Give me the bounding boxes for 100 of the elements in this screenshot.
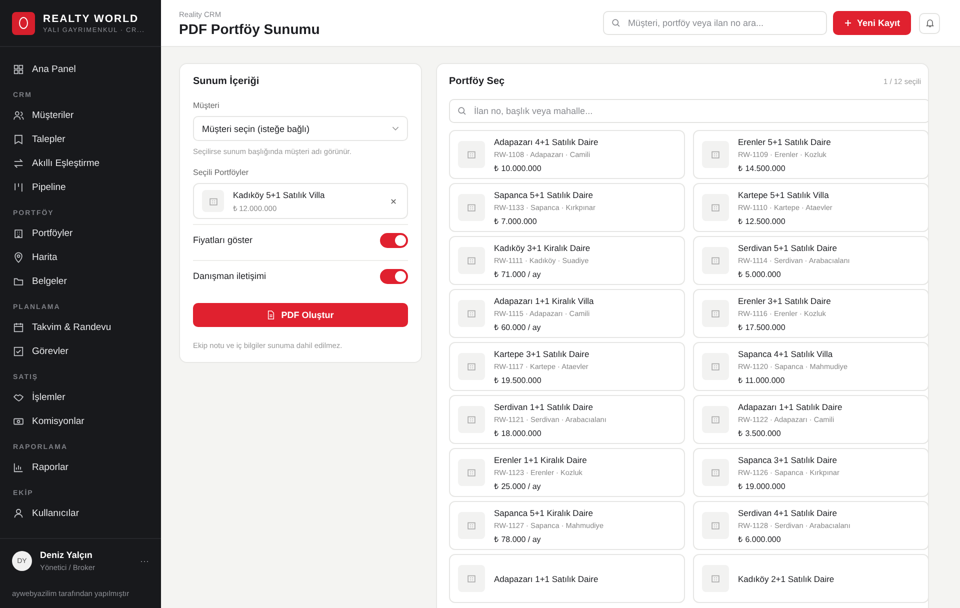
building-icon bbox=[458, 459, 485, 486]
portfolio-price: ₺ 11.000.000 bbox=[738, 374, 786, 384]
portfolio-title: Sapanca 5+1 Kiralık Daire bbox=[494, 508, 594, 518]
portfolio-price: ₺ 17.500.000 bbox=[738, 322, 786, 332]
user-icon bbox=[13, 508, 24, 518]
portfolio-price: ₺ 19.000.000 bbox=[738, 480, 786, 490]
map-pin-icon bbox=[13, 252, 24, 262]
notifications-button[interactable] bbox=[919, 12, 940, 34]
user-name: Deniz Yalçın bbox=[40, 550, 94, 560]
portfolio-price: ₺ 6.000.000 bbox=[738, 534, 782, 544]
building-icon bbox=[13, 228, 24, 238]
search-field[interactable]: Müşteri, portföy veya ilan no ara... bbox=[602, 11, 827, 35]
folder-icon bbox=[13, 276, 24, 286]
building-icon bbox=[202, 190, 224, 212]
portfolio-item[interactable]: Adapazarı 1+1 Satılık Daire bbox=[449, 554, 685, 603]
portfolio-title: Erenler 1+1 Kiralık Daire bbox=[494, 454, 588, 464]
building-icon bbox=[702, 194, 729, 221]
handshake-icon bbox=[13, 392, 24, 402]
bell-icon bbox=[924, 18, 934, 28]
bar-chart-icon bbox=[13, 462, 24, 472]
nav-item[interactable]: Belgeler bbox=[0, 269, 161, 293]
portfolio-price: ₺ 25.000 / ay bbox=[494, 480, 542, 490]
portfolio-title: Serdivan 5+1 Satılık Daire bbox=[738, 242, 838, 252]
portfolio-title: Kartepe 5+1 Satılık Villa bbox=[738, 190, 830, 200]
field-label: Müşteri bbox=[193, 101, 220, 110]
toggle-label: Fiyatları göster bbox=[193, 235, 253, 245]
card-title: Portföy Seç bbox=[449, 76, 505, 87]
building-icon bbox=[458, 141, 485, 168]
nav-item[interactable]: Harita bbox=[0, 245, 161, 269]
nav-item[interactable]: Akıllı Eşleştirme bbox=[0, 151, 161, 175]
nav-item[interactable]: Pipeline bbox=[0, 175, 161, 199]
building-icon bbox=[458, 247, 485, 274]
nav-item[interactable]: Portföyler bbox=[0, 221, 161, 245]
customer-select[interactable]: Müşteri seçin (isteğe bağlı) bbox=[193, 116, 408, 141]
nav-item[interactable]: Talepler bbox=[0, 127, 161, 151]
nav-item[interactable]: Ana Panel bbox=[0, 57, 161, 81]
nav-item[interactable]: Görevler bbox=[0, 339, 161, 363]
more-button[interactable]: ··· bbox=[140, 556, 149, 566]
building-icon bbox=[458, 565, 485, 592]
building-icon bbox=[702, 406, 729, 433]
building-icon bbox=[702, 565, 729, 592]
card-title: Sunum İçeriği bbox=[193, 76, 260, 87]
portfolio-price: ₺ 18.000.000 bbox=[494, 428, 542, 438]
logo-icon bbox=[12, 12, 35, 34]
search-icon bbox=[610, 18, 621, 28]
toggle-label: Danışman iletişimi bbox=[193, 271, 266, 281]
portfolio-title: Kadıköy 5+1 Satılık Villa bbox=[233, 190, 326, 200]
grid-icon bbox=[13, 64, 24, 74]
field-label: Seçili Portföyler bbox=[193, 168, 250, 177]
search-icon bbox=[457, 106, 467, 116]
building-icon bbox=[458, 353, 485, 380]
portfolio-price: ₺ 12.500.000 bbox=[738, 216, 786, 226]
portfolio-title: Kadıköy 2+1 Satılık Daire bbox=[738, 574, 836, 584]
toggle-switch[interactable] bbox=[380, 268, 408, 284]
portfolio-title: Adapazarı 1+1 Satılık Daire bbox=[738, 402, 844, 412]
building-icon bbox=[702, 459, 729, 486]
portfolio-price: ₺ 60.000 / ay bbox=[494, 322, 542, 332]
building-icon bbox=[702, 141, 729, 168]
toggle-switch[interactable] bbox=[380, 232, 408, 248]
calendar-icon bbox=[13, 322, 24, 332]
portfolio-title: Serdivan 1+1 Satılık Daire bbox=[494, 402, 594, 412]
users-icon bbox=[13, 110, 24, 120]
nav-item[interactable]: Komisyonlar bbox=[0, 409, 161, 433]
portfolio-price: ₺ 78.000 / ay bbox=[494, 534, 542, 544]
new-record-button[interactable]: Yeni Kayıt bbox=[832, 11, 911, 35]
chevron-down-icon bbox=[392, 126, 399, 131]
swap-arrows-icon bbox=[13, 158, 24, 168]
banknote-icon bbox=[13, 416, 24, 426]
portfolio-title: Serdivan 4+1 Satılık Daire bbox=[738, 508, 838, 518]
nav-item[interactable]: Kullanıcılar bbox=[0, 501, 161, 525]
building-icon bbox=[702, 353, 729, 380]
portfolio-title: Erenler 3+1 Satılık Daire bbox=[738, 296, 832, 306]
portfolio-title: Adapazarı 4+1 Satılık Daire bbox=[494, 136, 600, 146]
page-title: PDF Portföy Sunumu bbox=[179, 20, 321, 36]
search-field[interactable]: İlan no, başlık veya mahalle... bbox=[449, 99, 928, 123]
portfolio-title: Adapazarı 1+1 Kiralık Villa bbox=[494, 296, 595, 306]
building-icon bbox=[702, 512, 729, 539]
checkbox-icon bbox=[13, 346, 24, 356]
close-icon bbox=[390, 198, 397, 204]
nav-item[interactable]: Müşteriler bbox=[0, 103, 161, 127]
building-icon bbox=[702, 247, 729, 274]
portfolio-title: Sapanca 5+1 Satılık Daire bbox=[494, 190, 594, 200]
portfolio-title: Sapanca 3+1 Satılık Daire bbox=[738, 454, 838, 464]
nav-item[interactable]: Raporlar bbox=[0, 455, 161, 479]
brand-name: REALTY WORLD bbox=[43, 12, 140, 24]
columns-icon bbox=[13, 182, 24, 192]
nav-item[interactable]: Takvim & Randevu bbox=[0, 315, 161, 339]
portfolio-item[interactable]: Kadıköy 2+1 Satılık Daire bbox=[693, 554, 928, 603]
building-icon bbox=[458, 406, 485, 433]
portfolio-price: ₺ 7.000.000 bbox=[494, 216, 538, 226]
portfolio-title: Kadıköy 3+1 Kiralık Daire bbox=[494, 242, 592, 252]
portfolio-title: Adapazarı 1+1 Satılık Daire bbox=[494, 574, 600, 584]
plus-icon bbox=[844, 19, 852, 27]
portfolio-title: Sapanca 4+1 Satılık Villa bbox=[738, 348, 834, 358]
portfolio-price: ₺ 3.500.000 bbox=[738, 428, 782, 438]
nav-item[interactable]: İşlemler bbox=[0, 385, 161, 409]
portfolio-price: ₺ 19.500.000 bbox=[494, 374, 542, 384]
generate-pdf-button[interactable]: PDF Oluştur bbox=[193, 303, 408, 327]
portfolio-price: ₺ 5.000.000 bbox=[738, 268, 782, 278]
building-icon bbox=[458, 300, 485, 327]
